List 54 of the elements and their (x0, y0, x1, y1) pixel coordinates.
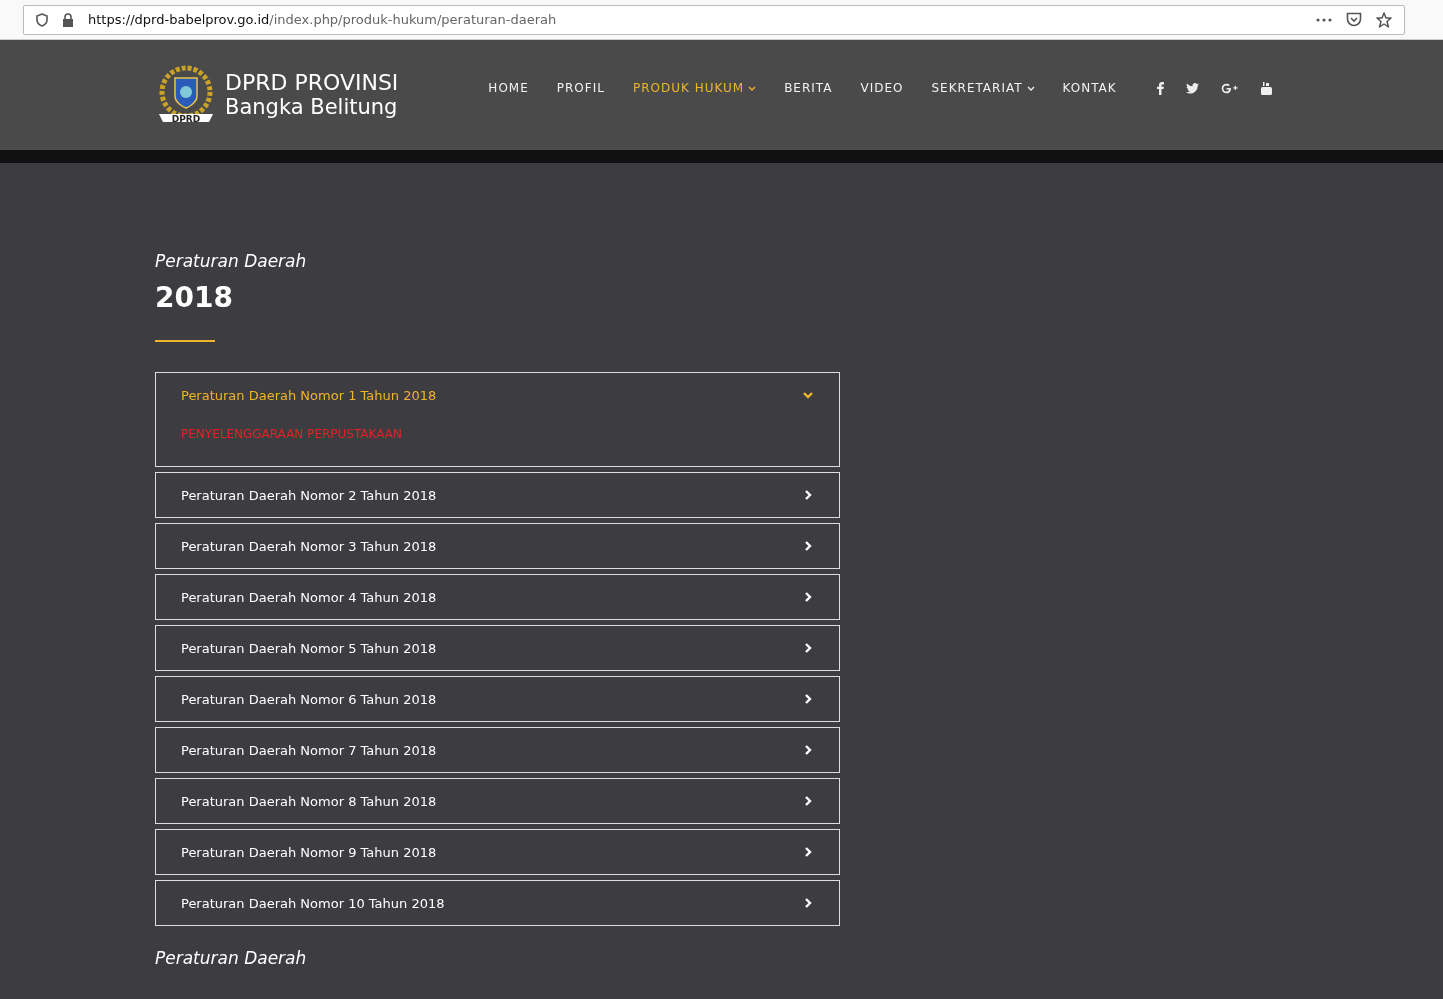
twitter-icon[interactable] (1185, 82, 1199, 94)
nav-link[interactable]: SEKRETARIAT (931, 81, 1035, 95)
chevron-right-icon (802, 693, 814, 705)
nav-link[interactable]: BERITA (784, 81, 833, 95)
chevron-right-icon (802, 744, 814, 756)
accordion-header[interactable]: Peraturan Daerah Nomor 10 Tahun 2018 (156, 881, 839, 925)
youtube-icon[interactable] (1260, 81, 1272, 95)
accordion-header[interactable]: Peraturan Daerah Nomor 8 Tahun 2018 (156, 779, 839, 823)
accordion-header[interactable]: Peraturan Daerah Nomor 6 Tahun 2018 (156, 677, 839, 721)
chevron-right-icon (802, 897, 814, 909)
shield-icon[interactable] (36, 12, 48, 27)
nav-link[interactable]: HOME (488, 81, 529, 95)
accordion-title: Peraturan Daerah Nomor 8 Tahun 2018 (181, 793, 437, 809)
section-title: 2018 (155, 281, 234, 314)
nav-link[interactable]: PRODUK HUKUM (632, 81, 757, 95)
chevron-down-icon (802, 389, 814, 401)
accordion-title: Peraturan Daerah Nomor 2 Tahun 2018 (181, 487, 437, 503)
nav-link[interactable]: PROFIL (556, 81, 605, 95)
section-subtitle: Peraturan Daerah (155, 251, 308, 271)
accordion-title: Peraturan Daerah Nomor 4 Tahun 2018 (181, 589, 437, 605)
emblem-label: DPRD (171, 113, 201, 124)
accordion-header[interactable]: Peraturan Daerah Nomor 4 Tahun 2018 (156, 575, 839, 619)
url-text[interactable]: https://dprd-babelprov.go.id/index.php/produk-hukum/peraturan-daerah (88, 12, 557, 27)
accordion-header[interactable]: Peraturan Daerah Nomor 2 Tahun 2018 (156, 473, 839, 517)
accordion-title: Peraturan Daerah Nomor 3 Tahun 2018 (181, 538, 437, 554)
chevron-right-icon (802, 795, 814, 807)
google-plus-icon[interactable] (1220, 82, 1239, 94)
facebook-icon[interactable] (1156, 81, 1164, 95)
accordion-header[interactable]: Peraturan Daerah Nomor 1 Tahun 2018 (156, 373, 839, 417)
logo-title: DPRD PROVINSI (225, 71, 399, 96)
lock-icon (62, 12, 74, 27)
chevron-right-icon (802, 489, 814, 501)
accordion-header[interactable]: Peraturan Daerah Nomor 5 Tahun 2018 (156, 626, 839, 670)
chevron-right-icon (802, 540, 814, 552)
pocket-icon[interactable] (1346, 12, 1362, 27)
more-icon[interactable] (1316, 17, 1332, 22)
logo-subtitle: Bangka Belitung (225, 95, 399, 119)
chevron-right-icon (802, 846, 814, 858)
chevron-right-icon (802, 642, 814, 654)
address-bar[interactable]: https://dprd-babelprov.go.id/index.php/produk-hukum/peraturan-daerah (23, 4, 1405, 35)
nav-link[interactable]: VIDEO (860, 81, 904, 95)
accordion-header[interactable]: Peraturan Daerah Nomor 7 Tahun 2018 (156, 728, 839, 772)
accordion-title: Peraturan Daerah Nomor 1 Tahun 2018 (181, 387, 437, 403)
accordion-title: Peraturan Daerah Nomor 5 Tahun 2018 (181, 640, 437, 656)
section-subtitle: Peraturan Daerah (155, 948, 308, 968)
chevron-right-icon (802, 591, 814, 603)
star-icon[interactable] (1376, 11, 1392, 28)
accordion-title: Peraturan Daerah Nomor 9 Tahun 2018 (181, 844, 437, 860)
accordion-header[interactable]: Peraturan Daerah Nomor 9 Tahun 2018 (156, 830, 839, 874)
accordion-title: Peraturan Daerah Nomor 6 Tahun 2018 (181, 691, 437, 707)
accordion-header[interactable]: Peraturan Daerah Nomor 3 Tahun 2018 (156, 524, 839, 568)
nav-link[interactable]: KONTAK (1062, 81, 1117, 95)
accordion-title: Peraturan Daerah Nomor 7 Tahun 2018 (181, 742, 437, 758)
accordion-title: Peraturan Daerah Nomor 10 Tahun 2018 (181, 895, 445, 911)
